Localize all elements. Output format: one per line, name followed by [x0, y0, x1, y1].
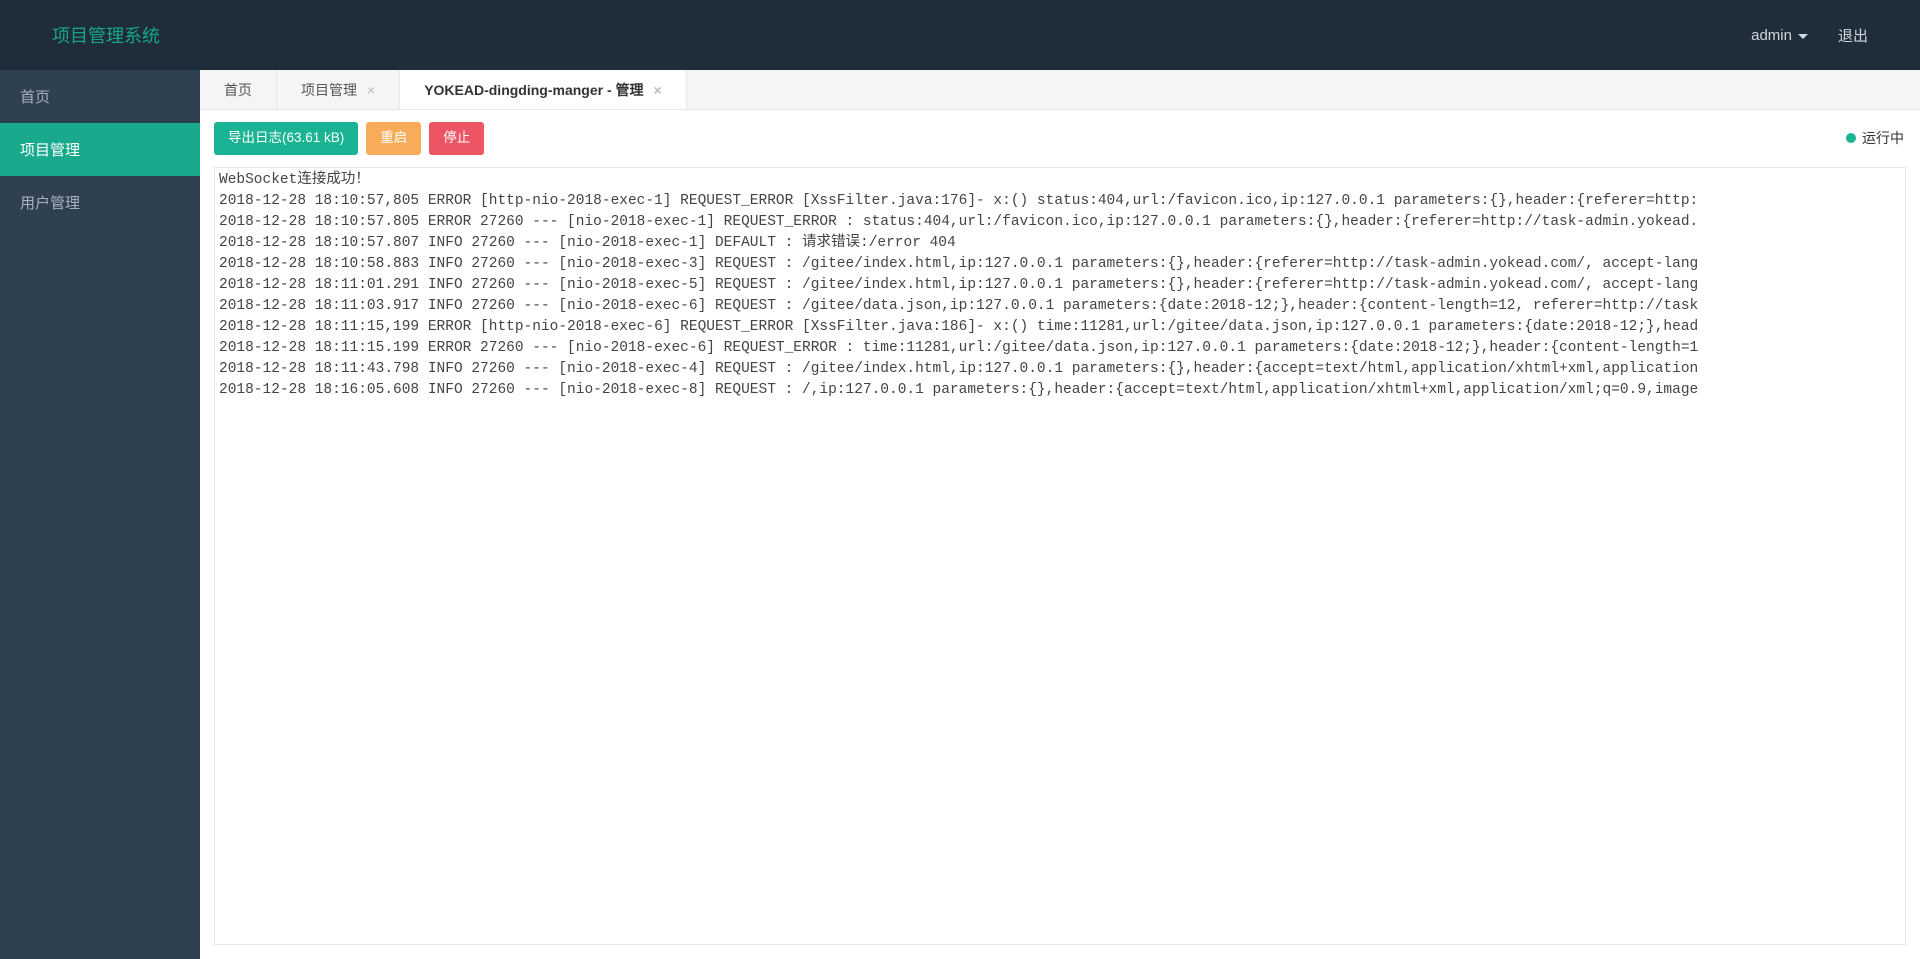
- toolbar: 导出日志(63.61 kB) 重启 停止 运行中: [200, 110, 1920, 167]
- layout: 首页 项目管理 用户管理 首页 项目管理 × YOKEAD-dingding-m…: [0, 70, 1920, 959]
- tab-home[interactable]: 首页: [200, 70, 277, 109]
- user-dropdown[interactable]: admin: [1751, 27, 1808, 44]
- tab-projects[interactable]: 项目管理 ×: [277, 70, 400, 109]
- caret-down-icon: [1798, 34, 1808, 39]
- close-icon[interactable]: ×: [654, 83, 662, 97]
- log-line: 2018-12-28 18:16:05.608 INFO 27260 --- […: [219, 380, 1906, 401]
- log-line: 2018-12-28 18:10:57,805 ERROR [http-nio-…: [219, 191, 1906, 212]
- restart-button[interactable]: 重启: [366, 122, 421, 155]
- tab-manage[interactable]: YOKEAD-dingding-manger - 管理 ×: [400, 70, 687, 109]
- tab-label: 项目管理: [301, 80, 357, 100]
- sidebar-item-label: 用户管理: [20, 195, 80, 212]
- topbar-right: admin 退出: [1751, 25, 1868, 46]
- log-line: 2018-12-28 18:11:15,199 ERROR [http-nio-…: [219, 317, 1906, 338]
- log-line: 2018-12-28 18:11:03.917 INFO 27260 --- […: [219, 296, 1906, 317]
- log-line: 2018-12-28 18:11:01.291 INFO 27260 --- […: [219, 275, 1906, 296]
- close-icon[interactable]: ×: [367, 83, 375, 97]
- status-badge: 运行中: [1846, 128, 1906, 148]
- log-line: 2018-12-28 18:11:43.798 INFO 27260 --- […: [219, 359, 1906, 380]
- sidebar-item-users[interactable]: 用户管理: [0, 176, 200, 229]
- log-line: 2018-12-28 18:10:57.805 ERROR 27260 --- …: [219, 212, 1906, 233]
- main: 首页 项目管理 × YOKEAD-dingding-manger - 管理 × …: [200, 70, 1920, 959]
- log-panel[interactable]: WebSocket连接成功！2018-12-28 18:10:57,805 ER…: [214, 167, 1906, 945]
- sidebar-item-label: 项目管理: [20, 142, 80, 159]
- topbar: 项目管理系统 admin 退出: [0, 0, 1920, 70]
- sidebar-item-label: 首页: [20, 89, 50, 106]
- tab-label: YOKEAD-dingding-manger - 管理: [424, 80, 643, 100]
- tabs: 首页 项目管理 × YOKEAD-dingding-manger - 管理 ×: [200, 70, 1920, 110]
- export-log-button[interactable]: 导出日志(63.61 kB): [214, 122, 358, 155]
- user-label: admin: [1751, 27, 1792, 44]
- sidebar-item-home[interactable]: 首页: [0, 70, 200, 123]
- sidebar-item-projects[interactable]: 项目管理: [0, 123, 200, 176]
- log-line: WebSocket连接成功！: [219, 170, 1906, 191]
- log-line: 2018-12-28 18:10:57.807 INFO 27260 --- […: [219, 233, 1906, 254]
- log-line: 2018-12-28 18:11:15.199 ERROR 27260 --- …: [219, 338, 1906, 359]
- logout-link[interactable]: 退出: [1838, 25, 1868, 46]
- log-output: WebSocket连接成功！2018-12-28 18:10:57,805 ER…: [215, 168, 1905, 403]
- status-text: 运行中: [1862, 128, 1904, 148]
- stop-button[interactable]: 停止: [429, 122, 484, 155]
- tab-label: 首页: [224, 80, 252, 100]
- log-line: 2018-12-28 18:10:58.883 INFO 27260 --- […: [219, 254, 1906, 275]
- sidebar: 首页 项目管理 用户管理: [0, 70, 200, 959]
- status-dot-icon: [1846, 133, 1856, 143]
- brand-title: 项目管理系统: [52, 22, 160, 48]
